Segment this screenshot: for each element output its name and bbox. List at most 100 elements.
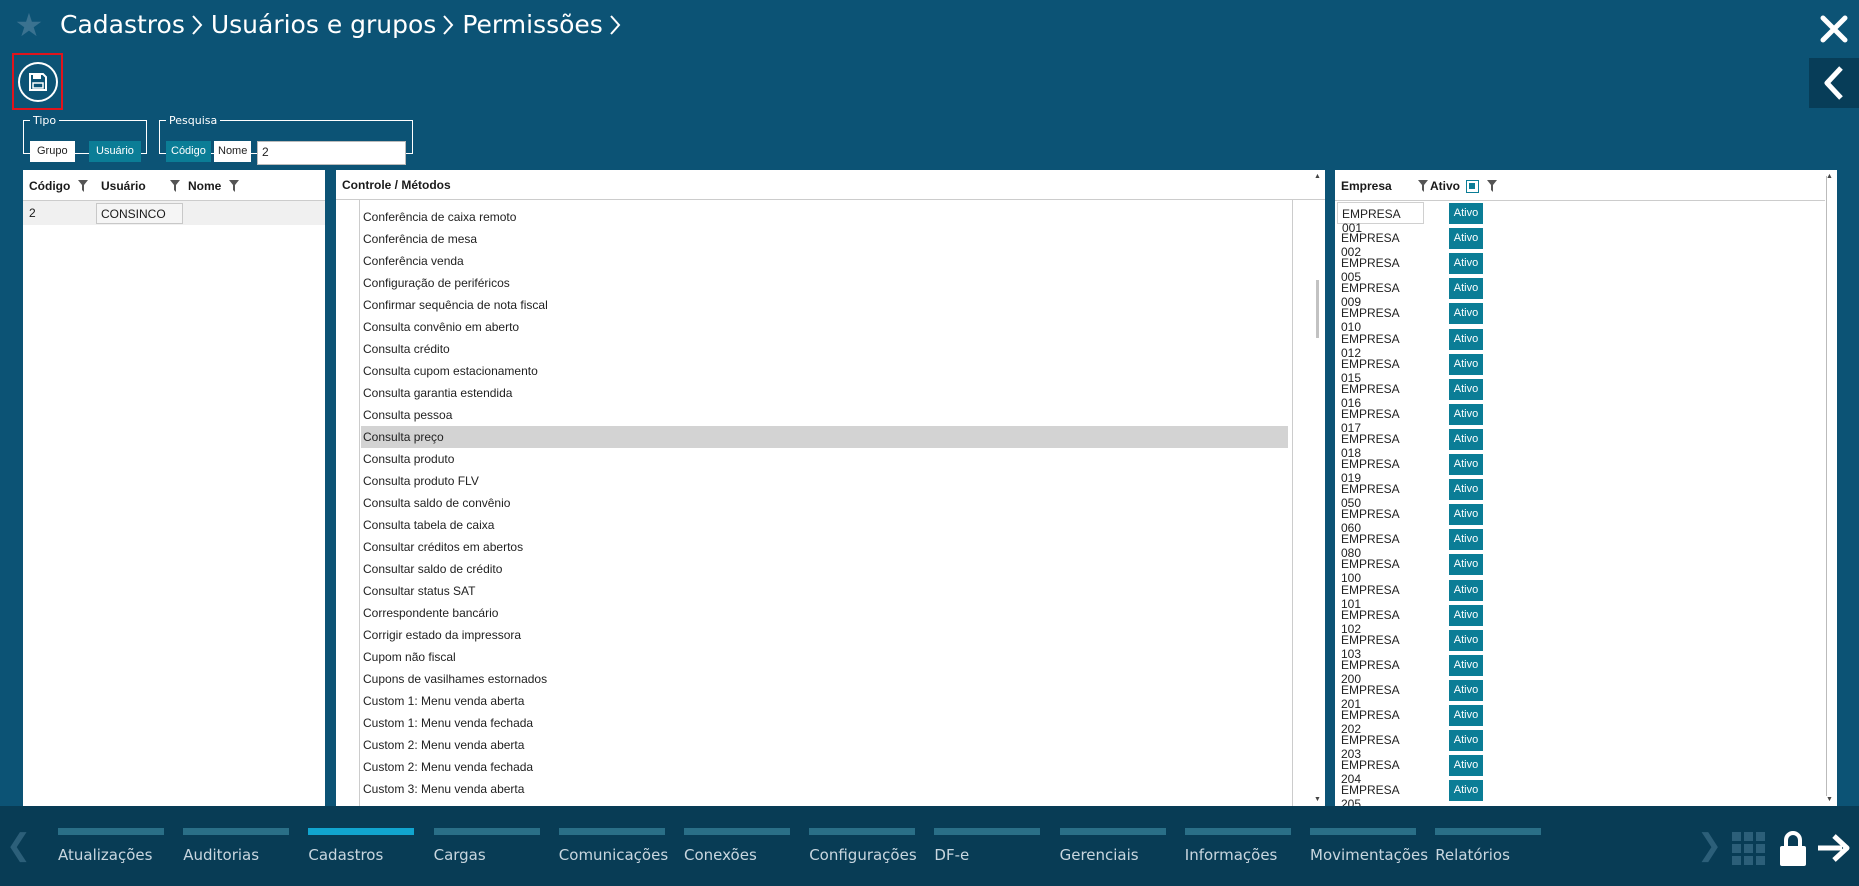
scroll-up-icon[interactable]: ▲: [1826, 173, 1833, 180]
column-ativo[interactable]: Ativo: [1430, 179, 1497, 193]
method-item[interactable]: Consulta cupom estacionamento: [361, 360, 1288, 382]
table-row[interactable]: EMPRESA 005 Ativo: [1335, 251, 1815, 284]
pesquisa-option-codigo[interactable]: Código: [166, 141, 211, 162]
table-row[interactable]: EMPRESA 102 Ativo: [1335, 603, 1815, 636]
table-row[interactable]: EMPRESA 204 Ativo: [1335, 753, 1815, 786]
table-row[interactable]: EMPRESA 018 Ativo: [1335, 427, 1815, 460]
table-row[interactable]: EMPRESA 019 Ativo: [1335, 452, 1815, 485]
filter-icon[interactable]: [229, 180, 240, 192]
table-row[interactable]: EMPRESA 001 Ativo: [1335, 201, 1815, 235]
method-item[interactable]: Consulta pessoa: [361, 404, 1288, 426]
ativo-toggle-button[interactable]: Ativo: [1449, 780, 1483, 802]
ativo-toggle-button[interactable]: Ativo: [1449, 504, 1483, 526]
ativo-toggle-button[interactable]: Ativo: [1449, 654, 1483, 676]
modules-next-icon[interactable]: ❯: [1697, 828, 1722, 863]
table-row[interactable]: EMPRESA 201 Ativo: [1335, 678, 1815, 711]
table-row[interactable]: EMPRESA 060 Ativo: [1335, 502, 1815, 535]
pesquisa-option-nome[interactable]: Nome: [214, 141, 252, 162]
table-row[interactable]: EMPRESA 202 Ativo: [1335, 703, 1815, 736]
ativo-toggle-button[interactable]: Ativo: [1449, 454, 1483, 475]
ativo-toggle-button[interactable]: Ativo: [1449, 203, 1483, 224]
ativo-toggle-button[interactable]: Ativo: [1449, 679, 1483, 701]
lock-icon[interactable]: [1778, 830, 1808, 866]
column-empresa[interactable]: Empresa: [1341, 179, 1428, 193]
table-row[interactable]: EMPRESA 100 Ativo: [1335, 552, 1815, 585]
search-input[interactable]: 2: [257, 141, 406, 165]
tipo-option-grupo[interactable]: Grupo: [30, 141, 75, 162]
table-row[interactable]: EMPRESA 017 Ativo: [1335, 402, 1815, 435]
ativo-toggle-button[interactable]: Ativo: [1449, 705, 1483, 726]
ativo-toggle-button[interactable]: Ativo: [1449, 403, 1483, 425]
table-row[interactable]: EMPRESA 101 Ativo: [1335, 578, 1815, 611]
favorite-star-icon[interactable]: ★: [12, 8, 46, 42]
method-item[interactable]: Cupom não fiscal: [361, 646, 1288, 668]
close-icon[interactable]: [1819, 14, 1849, 44]
ativo-toggle-button[interactable]: Ativo: [1449, 378, 1483, 400]
module-tab[interactable]: Cadastros: [308, 828, 415, 864]
select-all-checkbox[interactable]: [1466, 179, 1479, 193]
ativo-toggle-button[interactable]: Ativo: [1449, 303, 1483, 325]
module-tab[interactable]: Comunicações: [558, 828, 668, 864]
module-tab[interactable]: Relatórios: [1435, 828, 1542, 864]
save-button[interactable]: [12, 53, 63, 110]
method-item[interactable]: Consulta tabela de caixa: [361, 514, 1288, 536]
method-item[interactable]: Configuração de periféricos: [361, 272, 1288, 294]
table-row[interactable]: EMPRESA 015 Ativo: [1335, 352, 1815, 385]
method-item[interactable]: Conferência de mesa: [361, 228, 1288, 250]
ativo-toggle-button[interactable]: Ativo: [1449, 278, 1483, 300]
module-tab[interactable]: DF-e: [934, 828, 1041, 864]
ativo-toggle-button[interactable]: Ativo: [1449, 479, 1483, 501]
method-item[interactable]: Confirmar sequência de nota fiscal: [361, 294, 1288, 316]
table-row[interactable]: EMPRESA 002 Ativo: [1335, 226, 1815, 259]
method-item[interactable]: Consulta produto: [361, 448, 1288, 470]
method-item[interactable]: Consulta convênio em aberto: [361, 316, 1288, 338]
method-item[interactable]: Consulta garantia estendida: [361, 382, 1288, 404]
method-item[interactable]: Custom 1: Menu venda fechada: [361, 712, 1288, 734]
tipo-option-usuario[interactable]: Usuário: [89, 141, 141, 162]
breadcrumb-item-usuarios-grupos[interactable]: Usuários e grupos: [211, 10, 455, 39]
back-button[interactable]: [1809, 58, 1859, 108]
filter-icon[interactable]: [169, 180, 180, 192]
method-item[interactable]: Custom 2: Menu venda fechada: [361, 756, 1288, 778]
table-row[interactable]: 2 CONSINCO: [23, 201, 325, 225]
method-item[interactable]: Conferência venda: [361, 250, 1288, 272]
ativo-toggle-button[interactable]: Ativo: [1449, 604, 1483, 626]
method-item[interactable]: Consulta crédito: [361, 338, 1288, 360]
column-codigo[interactable]: Código: [29, 179, 89, 193]
ativo-toggle-button[interactable]: Ativo: [1449, 579, 1483, 601]
table-row[interactable]: EMPRESA 103 Ativo: [1335, 628, 1815, 661]
breadcrumb-item-permissoes[interactable]: Permissões: [462, 10, 621, 39]
logout-icon[interactable]: [1816, 832, 1852, 864]
method-item[interactable]: Corrigir estado da impressora: [361, 624, 1288, 646]
ativo-toggle-button[interactable]: Ativo: [1449, 629, 1483, 651]
modules-prev-icon[interactable]: ❮: [6, 828, 31, 863]
method-item[interactable]: Cupons de vasilhames estornados: [361, 668, 1288, 690]
grid-icon[interactable]: [1732, 832, 1765, 865]
filter-icon[interactable]: [1487, 180, 1497, 192]
ativo-toggle-button[interactable]: Ativo: [1449, 529, 1483, 551]
method-item[interactable]: Custom 2: Menu venda aberta: [361, 734, 1288, 756]
method-item[interactable]: Custom 1: Menu venda aberta: [361, 690, 1288, 712]
ativo-toggle-button[interactable]: Ativo: [1449, 554, 1483, 576]
module-tab[interactable]: Conexões: [684, 828, 790, 864]
table-row[interactable]: EMPRESA 080 Ativo: [1335, 527, 1815, 560]
table-row[interactable]: EMPRESA 016 Ativo: [1335, 377, 1815, 410]
table-row[interactable]: EMPRESA 203 Ativo: [1335, 728, 1815, 761]
module-tab[interactable]: Auditorias: [183, 828, 290, 864]
ativo-toggle-button[interactable]: Ativo: [1449, 328, 1483, 350]
column-usuario[interactable]: Usuário: [101, 179, 180, 193]
method-item[interactable]: Consultar saldo de crédito: [361, 558, 1288, 580]
method-item[interactable]: Correspondente bancário: [361, 602, 1288, 624]
table-row[interactable]: EMPRESA 010 Ativo: [1335, 301, 1815, 334]
method-item[interactable]: Consultar créditos em abertos: [361, 536, 1288, 558]
table-row[interactable]: EMPRESA 012 Ativo: [1335, 327, 1815, 360]
ativo-toggle-button[interactable]: Ativo: [1449, 755, 1483, 777]
column-nome[interactable]: Nome: [188, 179, 240, 193]
method-item[interactable]: Custom 3: Menu venda aberta: [361, 778, 1288, 800]
ativo-toggle-button[interactable]: Ativo: [1449, 428, 1483, 450]
module-tab[interactable]: Gerenciais: [1059, 828, 1166, 864]
module-tab[interactable]: Atualizações: [58, 828, 164, 864]
filter-icon[interactable]: [1417, 180, 1428, 192]
scroll-thumb[interactable]: [1316, 280, 1319, 338]
ativo-toggle-button[interactable]: Ativo: [1449, 253, 1483, 275]
